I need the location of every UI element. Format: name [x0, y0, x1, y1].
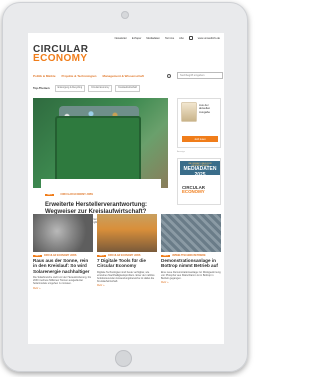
article-more-link[interactable]: Mehr » — [97, 284, 157, 287]
article-kicker: UMWELTTECHNIK BETRIEBE — [171, 254, 206, 257]
search-icon[interactable] — [167, 73, 171, 78]
article-kicker: CIRCULAR ECONOMY JOBS — [107, 254, 141, 257]
hero-image[interactable] — [33, 98, 168, 188]
topic-tags: Top-Themen Entsorgung & Recycling Circul… — [33, 84, 223, 92]
article-kicker: CIRCULAR ECONOMY JOBS — [60, 193, 93, 196]
topbar-link-website[interactable]: www.umweltinfo.de — [198, 37, 220, 40]
nav-item-projekte[interactable]: Projekte & Technologien — [62, 74, 97, 78]
article-title[interactable]: Demonstrationsanlage in Bottrop nimmt Be… — [161, 258, 221, 269]
read-now-button[interactable]: Jetzt lesen — [182, 136, 218, 142]
site-logo[interactable]: CIRCULAR ECONOMY — [33, 45, 88, 64]
nav-item-politik[interactable]: Politik & Märkte — [33, 74, 56, 78]
topbar-link-mediadaten[interactable]: Mediadaten — [146, 37, 160, 40]
article-image[interactable] — [33, 214, 93, 252]
topbar-link-termine[interactable]: Termine — [165, 37, 174, 40]
logo-line-2: ECONOMY — [33, 53, 88, 64]
topic-tags-label: Top-Themen — [33, 86, 50, 90]
camera-dot — [121, 11, 129, 19]
instagram-icon[interactable] — [188, 36, 193, 40]
magazine-promo: Aus der aktuellen Ausgabe Jetzt lesen — [177, 98, 221, 148]
tablet-frame: Newsletter E-Paper Mediadaten Termine Ab… — [2, 2, 248, 372]
topbar-link-abo[interactable]: Abo — [179, 37, 184, 40]
article-card[interactable]: NEU CIRCULAR ECONOMY JOBS 7 Digitale Too… — [97, 214, 157, 290]
article-kicker: CIRCULAR ECONOMY JOBS — [43, 254, 77, 257]
article-badge: NEU — [33, 254, 42, 257]
article-cards: NEU CIRCULAR ECONOMY JOBS Raus aus der S… — [33, 214, 221, 290]
ad-label: Anzeige — [177, 151, 185, 153]
article-image[interactable] — [161, 214, 221, 252]
top-utility-bar: Newsletter E-Paper Mediadaten Termine Ab… — [28, 33, 224, 43]
article-teaser: Digitale Technologien sind heute verfügb… — [97, 270, 155, 284]
hero-recycling-bin — [55, 116, 141, 188]
article-more-link[interactable]: Mehr » — [33, 287, 93, 290]
article-more-link[interactable]: Mehr » — [161, 281, 221, 284]
tag-chip[interactable]: Kreislaufwirtschaft — [115, 84, 140, 92]
main-navigation: Politik & Märkte Projekte & Technologien… — [33, 71, 223, 80]
promo-text: Aus der aktuellen Ausgabe — [199, 103, 211, 114]
mediadaten-title: MEDIADATEN 2025 — [183, 166, 217, 178]
magazine-cover[interactable] — [182, 103, 196, 121]
article-badge: NEU — [45, 194, 54, 196]
topbar-link-epaper[interactable]: E-Paper — [132, 37, 142, 40]
tablet-screen: Newsletter E-Paper Mediadaten Termine Ab… — [28, 33, 224, 344]
article-card[interactable]: NEU UMWELTTECHNIK BETRIEBE Demonstration… — [161, 214, 221, 290]
tag-chip[interactable]: Entsorgung & Recycling — [54, 84, 86, 92]
topbar-link-newsletter[interactable]: Newsletter — [115, 37, 127, 40]
nav-item-management[interactable]: Management & Wissenschaft — [102, 74, 143, 78]
article-image[interactable] — [97, 214, 157, 252]
article-teaser: Die Solarbranche steht vor der Herausfor… — [33, 275, 91, 286]
article-badge: NEU — [97, 254, 106, 257]
mediadaten-ad[interactable]: INFORMATIONEN FÜR WERBEKUNDEN MEDIADATEN… — [177, 158, 221, 205]
article-badge: NEU — [161, 254, 170, 257]
tag-chip[interactable]: Circular Economy — [88, 84, 113, 92]
home-button[interactable] — [115, 350, 132, 367]
article-card[interactable]: NEU CIRCULAR ECONOMY JOBS Raus aus der S… — [33, 214, 93, 290]
article-title[interactable]: 7 Digitale Tools für die Circular Econom… — [97, 258, 157, 269]
article-title[interactable]: Raus aus der Sonne, rein in den Kreislau… — [33, 258, 93, 274]
article-teaser: Eine neue Demonstrationsanlage zur Rückg… — [161, 270, 221, 280]
mediadaten-logo-line-2: ECONOMY — [182, 189, 205, 194]
search-input[interactable]: Suchbegriff eingeben — [177, 72, 223, 79]
